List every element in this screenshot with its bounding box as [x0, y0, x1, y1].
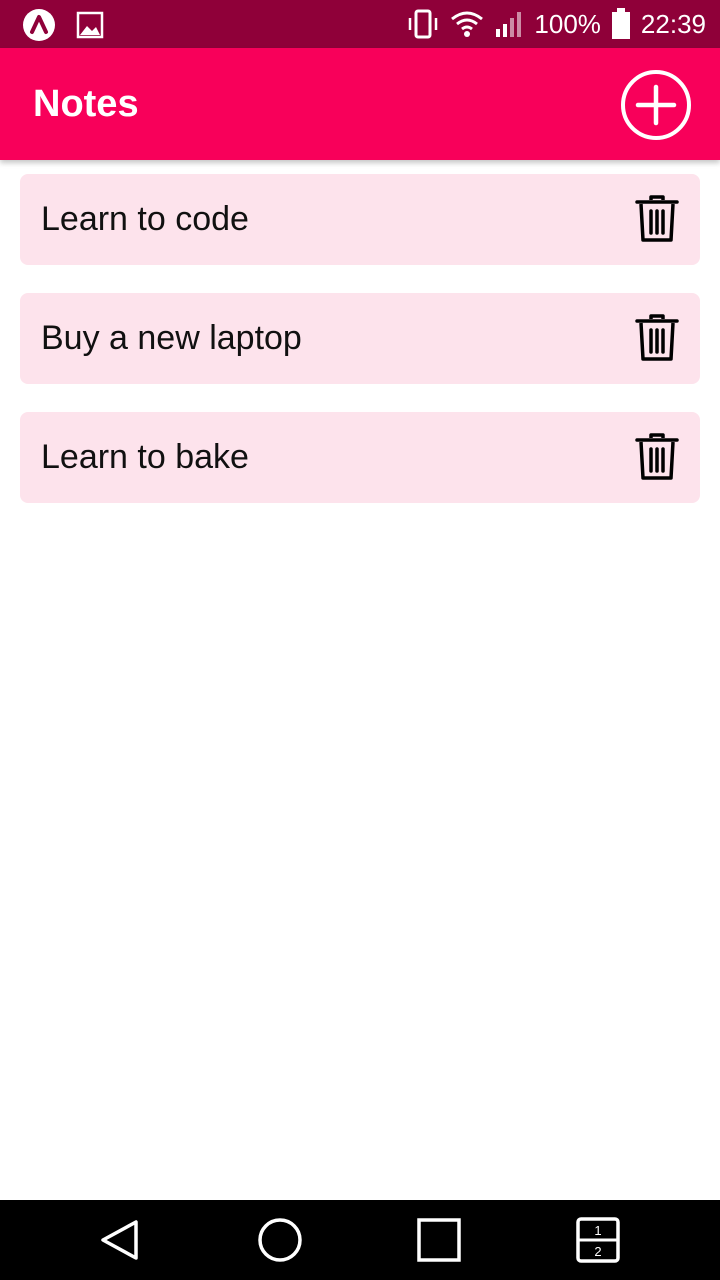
delete-note-button[interactable]	[632, 194, 682, 244]
page-title: Notes	[33, 83, 139, 125]
home-button[interactable]	[256, 1216, 304, 1264]
notes-list: Learn to code Buy a new laptop Learn to …	[20, 174, 700, 531]
vibrate-icon	[406, 9, 440, 39]
note-item[interactable]: Learn to bake	[20, 412, 700, 503]
navigation-bar: 1 2	[0, 1200, 720, 1280]
battery-percentage: 100%	[534, 8, 601, 39]
note-text: Learn to code	[41, 200, 249, 238]
split-screen-button[interactable]: 1 2	[574, 1216, 622, 1264]
back-button[interactable]	[96, 1216, 144, 1264]
status-time: 22:39	[640, 8, 706, 39]
home-icon	[258, 1218, 302, 1262]
add-circle-icon	[621, 70, 691, 140]
delete-note-button[interactable]	[632, 432, 682, 482]
trash-icon	[635, 314, 679, 361]
notes-screen: 100% 22:39 Notes Learn to code Buy a new…	[0, 0, 720, 1280]
delete-note-button[interactable]	[632, 313, 682, 363]
app-bar: Notes	[0, 48, 720, 160]
split-screen-icon: 1 2	[576, 1217, 620, 1263]
note-text: Buy a new laptop	[41, 319, 302, 357]
app-logo-icon	[22, 8, 56, 42]
battery-icon	[611, 8, 631, 40]
note-text: Learn to bake	[41, 438, 249, 476]
trash-icon	[635, 433, 679, 480]
note-item[interactable]: Learn to code	[20, 174, 700, 265]
recents-icon	[417, 1218, 461, 1262]
wifi-icon	[450, 10, 484, 38]
signal-icon	[494, 10, 524, 38]
status-bar: 100% 22:39	[0, 0, 720, 48]
image-icon	[76, 11, 104, 39]
recents-button[interactable]	[415, 1216, 463, 1264]
split-label-bottom: 2	[594, 1244, 601, 1259]
add-note-button[interactable]	[620, 69, 692, 141]
split-label-top: 1	[594, 1223, 601, 1238]
back-icon	[101, 1220, 138, 1260]
trash-icon	[635, 195, 679, 242]
note-item[interactable]: Buy a new laptop	[20, 293, 700, 384]
